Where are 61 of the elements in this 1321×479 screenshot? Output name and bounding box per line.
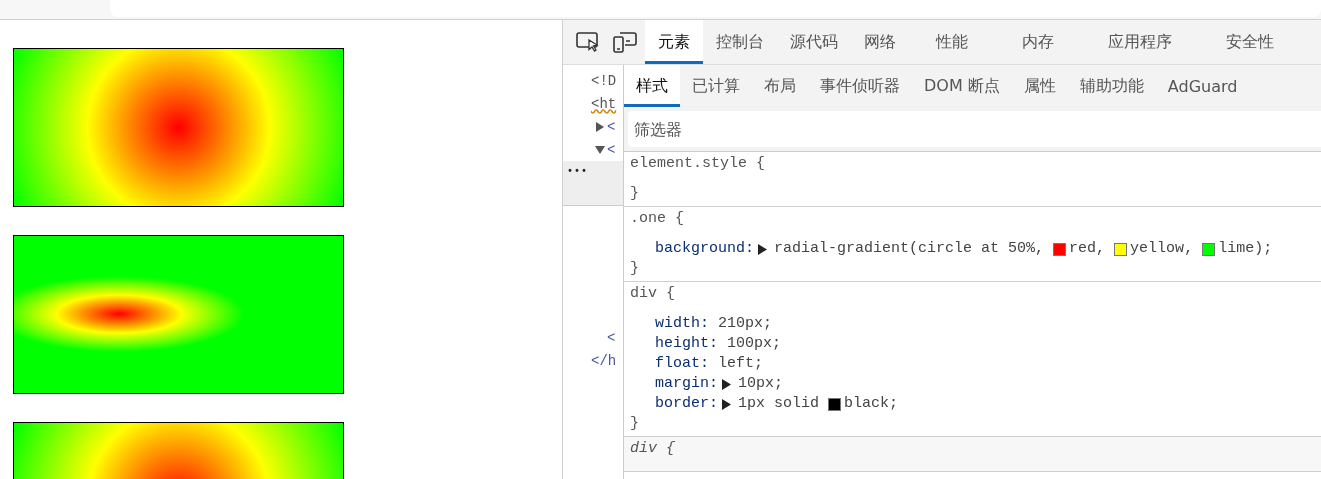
css-value: , [1184, 239, 1195, 259]
css-selector: element.style { [630, 154, 766, 174]
devtools-tab[interactable]: 安全性 [1199, 20, 1301, 64]
dom-tag-text[interactable]: <ht [591, 92, 617, 115]
css-value: lime [1218, 239, 1255, 259]
color-swatch[interactable] [1202, 242, 1216, 256]
color-swatch[interactable] [1114, 242, 1128, 256]
devtools-tab[interactable]: 网络 [851, 20, 909, 64]
devtools-tab[interactable]: 性能 [909, 20, 995, 64]
css-value: 1px solid [738, 394, 821, 414]
devtools-tab[interactable]: 内存 [995, 20, 1081, 64]
css-property[interactable]: background: [655, 239, 755, 259]
dom-tag-text[interactable]: < [607, 115, 616, 138]
devtools-tab[interactable]: 应用程序 [1081, 20, 1199, 64]
css-value: 100px; [727, 334, 782, 354]
dom-tag-text[interactable]: < [607, 326, 616, 349]
css-value: , [1096, 239, 1107, 259]
closing-brace: } [630, 259, 639, 279]
dom-tag-text[interactable]: </h [591, 349, 617, 372]
styles-subtab[interactable]: 事件侦听器 [808, 65, 912, 107]
devtools-tab[interactable]: 源代码 [777, 20, 851, 64]
css-value: 210px; [718, 314, 773, 334]
expand-arrow-icon[interactable] [722, 378, 731, 390]
styles-subtab[interactable]: 属性 [1011, 65, 1068, 107]
closing-brace: } [630, 184, 639, 204]
dom-tag-text[interactable]: <!D [591, 69, 617, 92]
css-value: left; [718, 354, 764, 374]
tree-toggle-icon[interactable] [595, 121, 605, 132]
tree-toggle-icon[interactable] [595, 144, 605, 155]
filter-field[interactable]: 筛选器 [628, 111, 1321, 147]
styles-subtab[interactable]: 辅助功能 [1067, 65, 1156, 107]
css-value: radial-gradient(circle at 50%, [774, 239, 1046, 259]
css-value: ); [1254, 239, 1273, 259]
css-selector: div { [630, 439, 675, 459]
more-button[interactable]: ••• [567, 161, 588, 183]
color-swatch[interactable] [828, 397, 842, 411]
css-property[interactable]: height: [655, 334, 718, 354]
css-selector: .one { [630, 209, 684, 229]
expand-arrow-icon[interactable] [722, 398, 731, 410]
color-swatch[interactable] [1053, 242, 1067, 256]
devtools-tab[interactable]: 控制台 [703, 20, 777, 64]
styles-subtab[interactable]: 样式 [624, 65, 680, 107]
styles-subtab[interactable]: DOM 断点 [912, 65, 1012, 107]
css-value: black; [844, 394, 899, 414]
expand-arrow-icon[interactable] [758, 243, 768, 255]
styles-subtab[interactable]: 布局 [752, 65, 808, 107]
css-property[interactable]: width: [655, 314, 709, 334]
inspect-icon[interactable] [576, 31, 600, 53]
closing-brace: } [630, 414, 639, 434]
css-value: red [1069, 239, 1097, 259]
styles-subtab[interactable]: AdGuard [1155, 65, 1250, 107]
css-selector: div { [630, 284, 675, 304]
device-icon[interactable] [613, 31, 637, 53]
css-value: 10px; [738, 374, 784, 394]
css-property[interactable]: float: [655, 354, 709, 374]
dom-tag-text[interactable]: < [607, 138, 616, 161]
styles-subtab[interactable]: 已计算 [680, 65, 752, 107]
devtools-tab[interactable]: 元素 [645, 20, 703, 64]
css-value: yellow [1130, 239, 1185, 259]
css-property[interactable]: margin: [655, 374, 718, 394]
css-property[interactable]: border: [655, 394, 718, 414]
